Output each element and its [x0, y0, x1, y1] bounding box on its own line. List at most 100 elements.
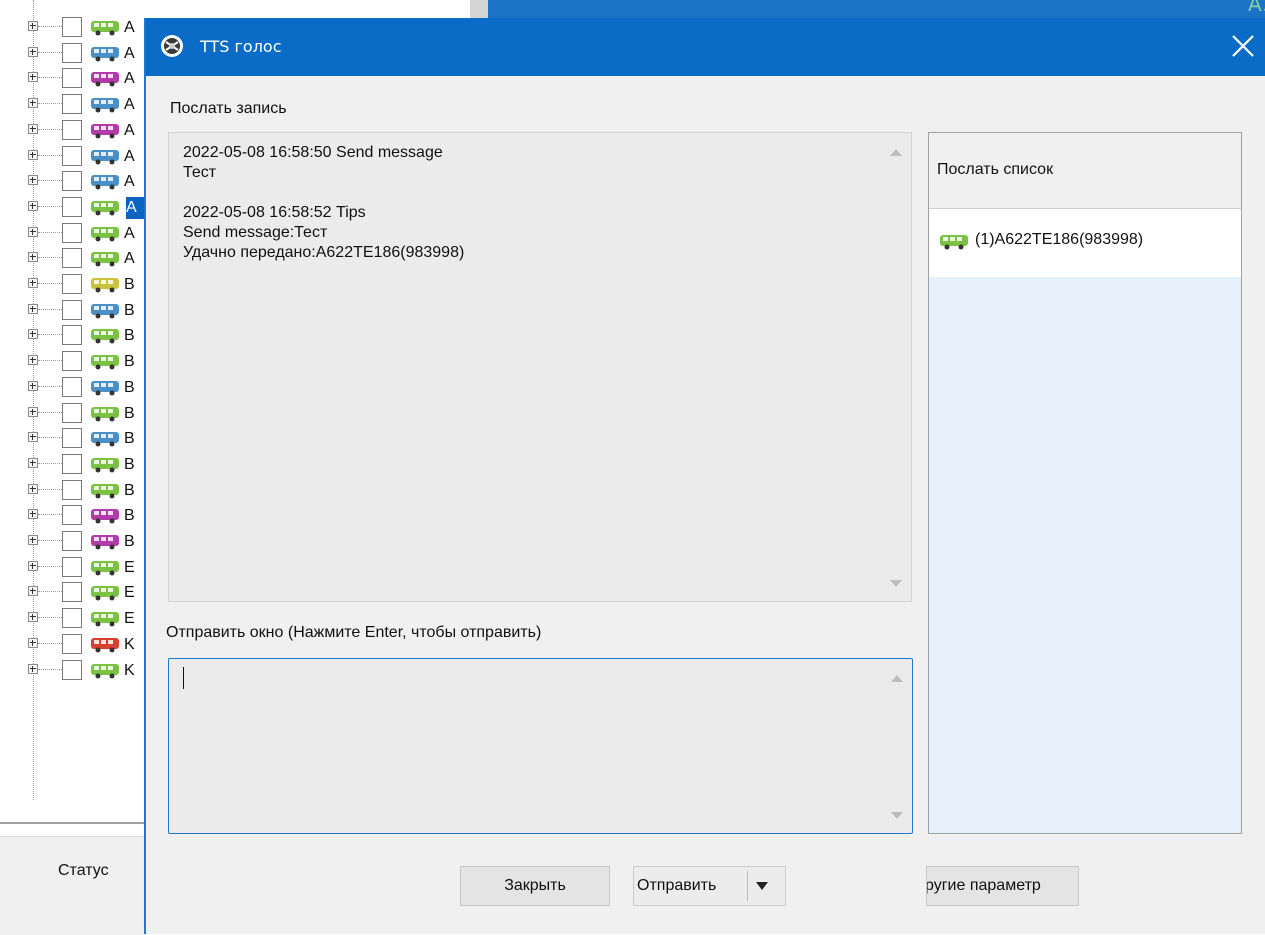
tree-row[interactable]: B: [0, 270, 150, 298]
scroll-down-icon[interactable]: [890, 580, 902, 587]
row-checkbox[interactable]: [62, 274, 82, 294]
tree-row[interactable]: B: [0, 347, 150, 375]
tree-row[interactable]: E: [0, 553, 150, 581]
tree-connector: [38, 463, 62, 464]
send-button[interactable]: Отправить: [633, 866, 786, 906]
expand-icon[interactable]: [28, 278, 38, 288]
tree-row[interactable]: B: [0, 296, 150, 324]
row-checkbox[interactable]: [62, 403, 82, 423]
row-checkbox[interactable]: [62, 428, 82, 448]
row-checkbox[interactable]: [62, 608, 82, 628]
expand-icon[interactable]: [28, 21, 38, 31]
close-button[interactable]: Закрыть: [460, 866, 610, 906]
expand-icon[interactable]: [28, 150, 38, 160]
map-view[interactable]: A303CB186 Кч: 1: [488, 0, 1265, 18]
row-checkbox[interactable]: [62, 17, 82, 37]
expand-icon[interactable]: [28, 664, 38, 674]
expand-icon[interactable]: [28, 201, 38, 211]
row-checkbox[interactable]: [62, 146, 82, 166]
expand-icon[interactable]: [28, 252, 38, 262]
expand-icon[interactable]: [28, 638, 38, 648]
tree-row[interactable]: A: [0, 39, 150, 67]
log-label: Послать запись: [170, 100, 287, 117]
message-input[interactable]: [168, 658, 913, 834]
row-checkbox[interactable]: [62, 197, 82, 217]
scroll-down-icon[interactable]: [891, 812, 903, 819]
expand-icon[interactable]: [28, 47, 38, 57]
expand-icon[interactable]: [28, 98, 38, 108]
tree-row[interactable]: B: [0, 399, 150, 427]
row-checkbox[interactable]: [62, 505, 82, 525]
row-checkbox[interactable]: [62, 351, 82, 371]
tree-row[interactable]: B: [0, 424, 150, 452]
log-scrollbar[interactable]: [881, 133, 911, 601]
tree-row[interactable]: A: [0, 142, 150, 170]
expand-icon[interactable]: [28, 561, 38, 571]
expand-icon[interactable]: [28, 124, 38, 134]
expand-icon[interactable]: [28, 72, 38, 82]
tree-connector: [38, 386, 62, 387]
row-checkbox[interactable]: [62, 68, 82, 88]
tree-row[interactable]: B: [0, 321, 150, 349]
row-checkbox[interactable]: [62, 223, 82, 243]
expand-icon[interactable]: [28, 484, 38, 494]
row-checkbox[interactable]: [62, 325, 82, 345]
tree-connector: [38, 180, 62, 181]
row-checkbox[interactable]: [62, 660, 82, 680]
row-checkbox[interactable]: [62, 248, 82, 268]
chevron-down-icon[interactable]: [756, 882, 768, 890]
expand-icon[interactable]: [28, 381, 38, 391]
expand-icon[interactable]: [28, 535, 38, 545]
tree-row[interactable]: A: [0, 64, 150, 92]
row-checkbox[interactable]: [62, 43, 82, 63]
row-checkbox[interactable]: [62, 634, 82, 654]
send-list-item[interactable]: (1)A622TE186(983998): [929, 209, 1241, 277]
tree-row[interactable]: A: [0, 116, 150, 144]
expand-icon[interactable]: [28, 329, 38, 339]
row-checkbox[interactable]: [62, 557, 82, 577]
tree-row[interactable]: B: [0, 476, 150, 504]
tree-row[interactable]: A: [0, 90, 150, 118]
tree-splitter[interactable]: [0, 822, 145, 824]
tree-row[interactable]: B: [0, 450, 150, 478]
scroll-up-icon[interactable]: [891, 675, 903, 682]
row-checkbox[interactable]: [62, 94, 82, 114]
expand-icon[interactable]: [28, 227, 38, 237]
tree-row[interactable]: B: [0, 501, 150, 529]
dialog-titlebar[interactable]: TTS голос: [146, 18, 1265, 76]
row-checkbox[interactable]: [62, 377, 82, 397]
row-checkbox[interactable]: [62, 582, 82, 602]
tree-row[interactable]: B: [0, 527, 150, 555]
row-checkbox[interactable]: [62, 300, 82, 320]
split-divider: [747, 871, 748, 901]
other-parameters-button[interactable]: ругие параметр: [926, 866, 1079, 906]
tree-row[interactable]: E: [0, 578, 150, 606]
expand-icon[interactable]: [28, 407, 38, 417]
tree-row[interactable]: A: [0, 219, 150, 247]
row-checkbox[interactable]: [62, 531, 82, 551]
input-scrollbar[interactable]: [882, 659, 912, 833]
expand-icon[interactable]: [28, 175, 38, 185]
expand-icon[interactable]: [28, 509, 38, 519]
expand-icon[interactable]: [28, 304, 38, 314]
close-window-button[interactable]: [1217, 18, 1265, 76]
send-log-box[interactable]: 2022-05-08 16:58:50 Send message Тест 20…: [168, 132, 912, 602]
tree-row[interactable]: A: [0, 193, 150, 221]
expand-icon[interactable]: [28, 355, 38, 365]
row-checkbox[interactable]: [62, 171, 82, 191]
tree-row[interactable]: A: [0, 244, 150, 272]
expand-icon[interactable]: [28, 458, 38, 468]
tree-row[interactable]: B: [0, 373, 150, 401]
row-checkbox[interactable]: [62, 480, 82, 500]
expand-icon[interactable]: [28, 432, 38, 442]
tree-row[interactable]: K: [0, 656, 150, 684]
expand-icon[interactable]: [28, 612, 38, 622]
tree-row[interactable]: E: [0, 604, 150, 632]
row-checkbox[interactable]: [62, 454, 82, 474]
tree-row[interactable]: K: [0, 630, 150, 658]
tree-row[interactable]: A: [0, 167, 150, 195]
expand-icon[interactable]: [28, 586, 38, 596]
tree-row[interactable]: A: [0, 13, 150, 41]
scroll-up-icon[interactable]: [890, 149, 902, 156]
row-checkbox[interactable]: [62, 120, 82, 140]
